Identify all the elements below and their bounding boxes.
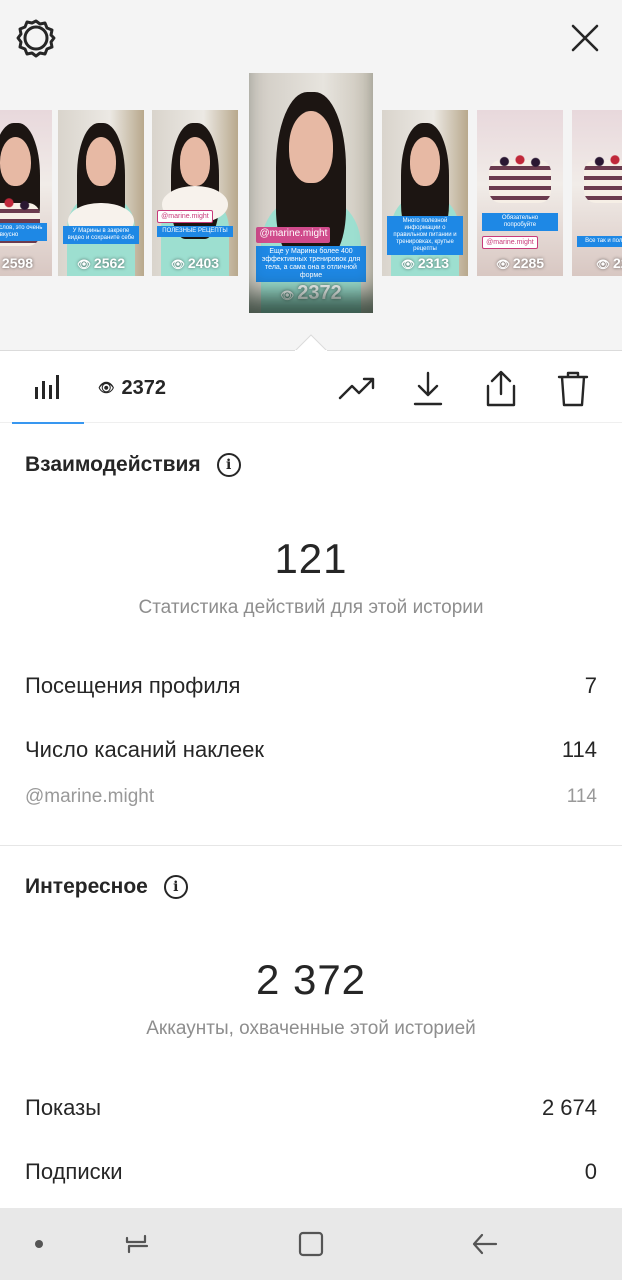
story-caption: ПОЛЕЗНЫЕ РЕЦЕПТЫ	[157, 226, 233, 238]
trash-icon	[557, 371, 589, 407]
eye-icon: 👁	[495, 259, 510, 271]
home-button[interactable]	[289, 1222, 333, 1266]
eye-icon: 👁	[170, 259, 185, 271]
views-count: 2372	[121, 376, 167, 399]
download-icon	[413, 371, 443, 406]
story-thumbnail[interactable]: ...ит нет слов, это очень вкусно 👁2598	[0, 110, 52, 276]
bar-chart-icon	[35, 374, 59, 399]
discovery-total: 2 372	[255, 956, 367, 1003]
eye-icon: 👁	[400, 259, 415, 271]
mention-sticker: @marine.might	[157, 209, 213, 223]
story-views: 👁22	[596, 255, 622, 271]
mention-sticker: @marine.might	[482, 236, 538, 250]
story-views: 👁 2562	[76, 255, 126, 271]
eye-icon: 👁	[76, 259, 91, 271]
stat-value: 114	[561, 737, 597, 762]
stat-value: 2 674	[541, 1095, 597, 1120]
stat-value: 0	[584, 1159, 597, 1184]
insights-tabbar: 👁 2372	[0, 350, 622, 424]
discovery-caption: Аккаунты, охваченные этой историей	[146, 1018, 476, 1039]
nav-dot-button[interactable]	[17, 1222, 61, 1266]
story-views: 👁 2285	[495, 255, 545, 271]
section-divider	[0, 845, 622, 846]
trending-icon	[338, 377, 375, 400]
stat-row: Число касаний наклеек 114	[25, 737, 597, 763]
eye-icon: 👁	[280, 290, 295, 302]
stat-value: 114	[566, 786, 597, 807]
selection-pointer	[295, 334, 327, 352]
story-thumbnail[interactable]: Все так и получилось 👁22	[572, 110, 622, 276]
story-caption: Все так и получилось	[577, 236, 622, 248]
story-views: 👁 2403	[170, 255, 220, 271]
story-thumbnail[interactable]: @marine.might ПОЛЕЗНЫЕ РЕЦЕПТЫ 👁 2403	[152, 110, 238, 276]
story-views: 👁 2313	[400, 255, 450, 271]
story-thumbnail-selected[interactable]: @marine.might Еще у Марины более 400 эфф…	[249, 73, 373, 313]
download-button[interactable]	[406, 367, 450, 411]
share-icon	[486, 370, 516, 407]
stat-label: Подписки	[25, 1159, 123, 1184]
story-caption: У Марины в закрепе видео и сохраните себ…	[63, 226, 139, 245]
section-title: Взаимодействия	[25, 453, 201, 476]
story-thumbnail[interactable]: Обязательно попробуйте @marine.might 👁 22…	[477, 110, 563, 276]
delete-button[interactable]	[551, 367, 595, 411]
stat-row: Показы 2 674	[25, 1095, 597, 1121]
story-thumbnail[interactable]: У Марины в закрепе видео и сохраните себ…	[58, 110, 144, 276]
close-icon	[571, 24, 599, 52]
info-icon[interactable]: i	[216, 453, 241, 477]
story-caption: Еще у Марины более 400 эффективных трени…	[256, 245, 366, 282]
share-button[interactable]	[479, 367, 523, 411]
back-button[interactable]	[463, 1222, 507, 1266]
interactions-heading: Взаимодействия i	[25, 453, 241, 477]
stat-label: Посещения профиля	[25, 673, 241, 698]
stat-row: Посещения профиля 7	[25, 673, 597, 699]
story-caption: Много полезной информации о правильном п…	[387, 216, 463, 256]
mention-sticker: @marine.might	[256, 226, 331, 243]
stat-subrow: @marine.might 114	[25, 786, 597, 808]
stat-label: Число касаний наклеек	[25, 737, 264, 762]
stat-label: Показы	[25, 1095, 102, 1120]
stat-value: 7	[584, 673, 597, 698]
dot-icon	[35, 1240, 43, 1248]
stat-label: @marine.might	[25, 786, 155, 807]
eye-icon: 👁	[98, 380, 115, 395]
recent-apps-icon	[125, 1234, 149, 1254]
tab-statistics[interactable]	[12, 351, 84, 424]
back-icon	[472, 1233, 498, 1255]
info-icon[interactable]: i	[163, 875, 188, 899]
gear-icon	[16, 19, 56, 58]
section-title: Интересное	[25, 875, 148, 898]
recent-apps-button[interactable]	[115, 1222, 159, 1266]
discovery-heading: Интересное i	[25, 875, 188, 899]
interactions-caption: Статистика действий для этой истории	[138, 597, 484, 618]
story-views: 👁2598	[1, 255, 34, 271]
system-navbar	[0, 1208, 622, 1280]
promote-button[interactable]	[335, 367, 379, 411]
story-caption: ...ит нет слов, это очень вкусно	[0, 222, 47, 241]
eye-icon: 👁	[596, 259, 610, 271]
settings-button[interactable]	[14, 16, 58, 60]
story-thumbnail[interactable]: Много полезной информации о правильном п…	[382, 110, 468, 276]
tab-views[interactable]: 👁 2372	[98, 375, 166, 401]
story-caption: Обязательно попробуйте	[482, 212, 558, 231]
story-strip: ...ит нет слов, это очень вкусно 👁2598 У…	[0, 0, 622, 350]
home-icon	[298, 1231, 324, 1257]
interactions-total: 121	[274, 535, 348, 582]
stat-row: Подписки 0	[25, 1159, 597, 1185]
story-views: 👁 2372	[280, 282, 342, 304]
close-button[interactable]	[563, 16, 607, 60]
